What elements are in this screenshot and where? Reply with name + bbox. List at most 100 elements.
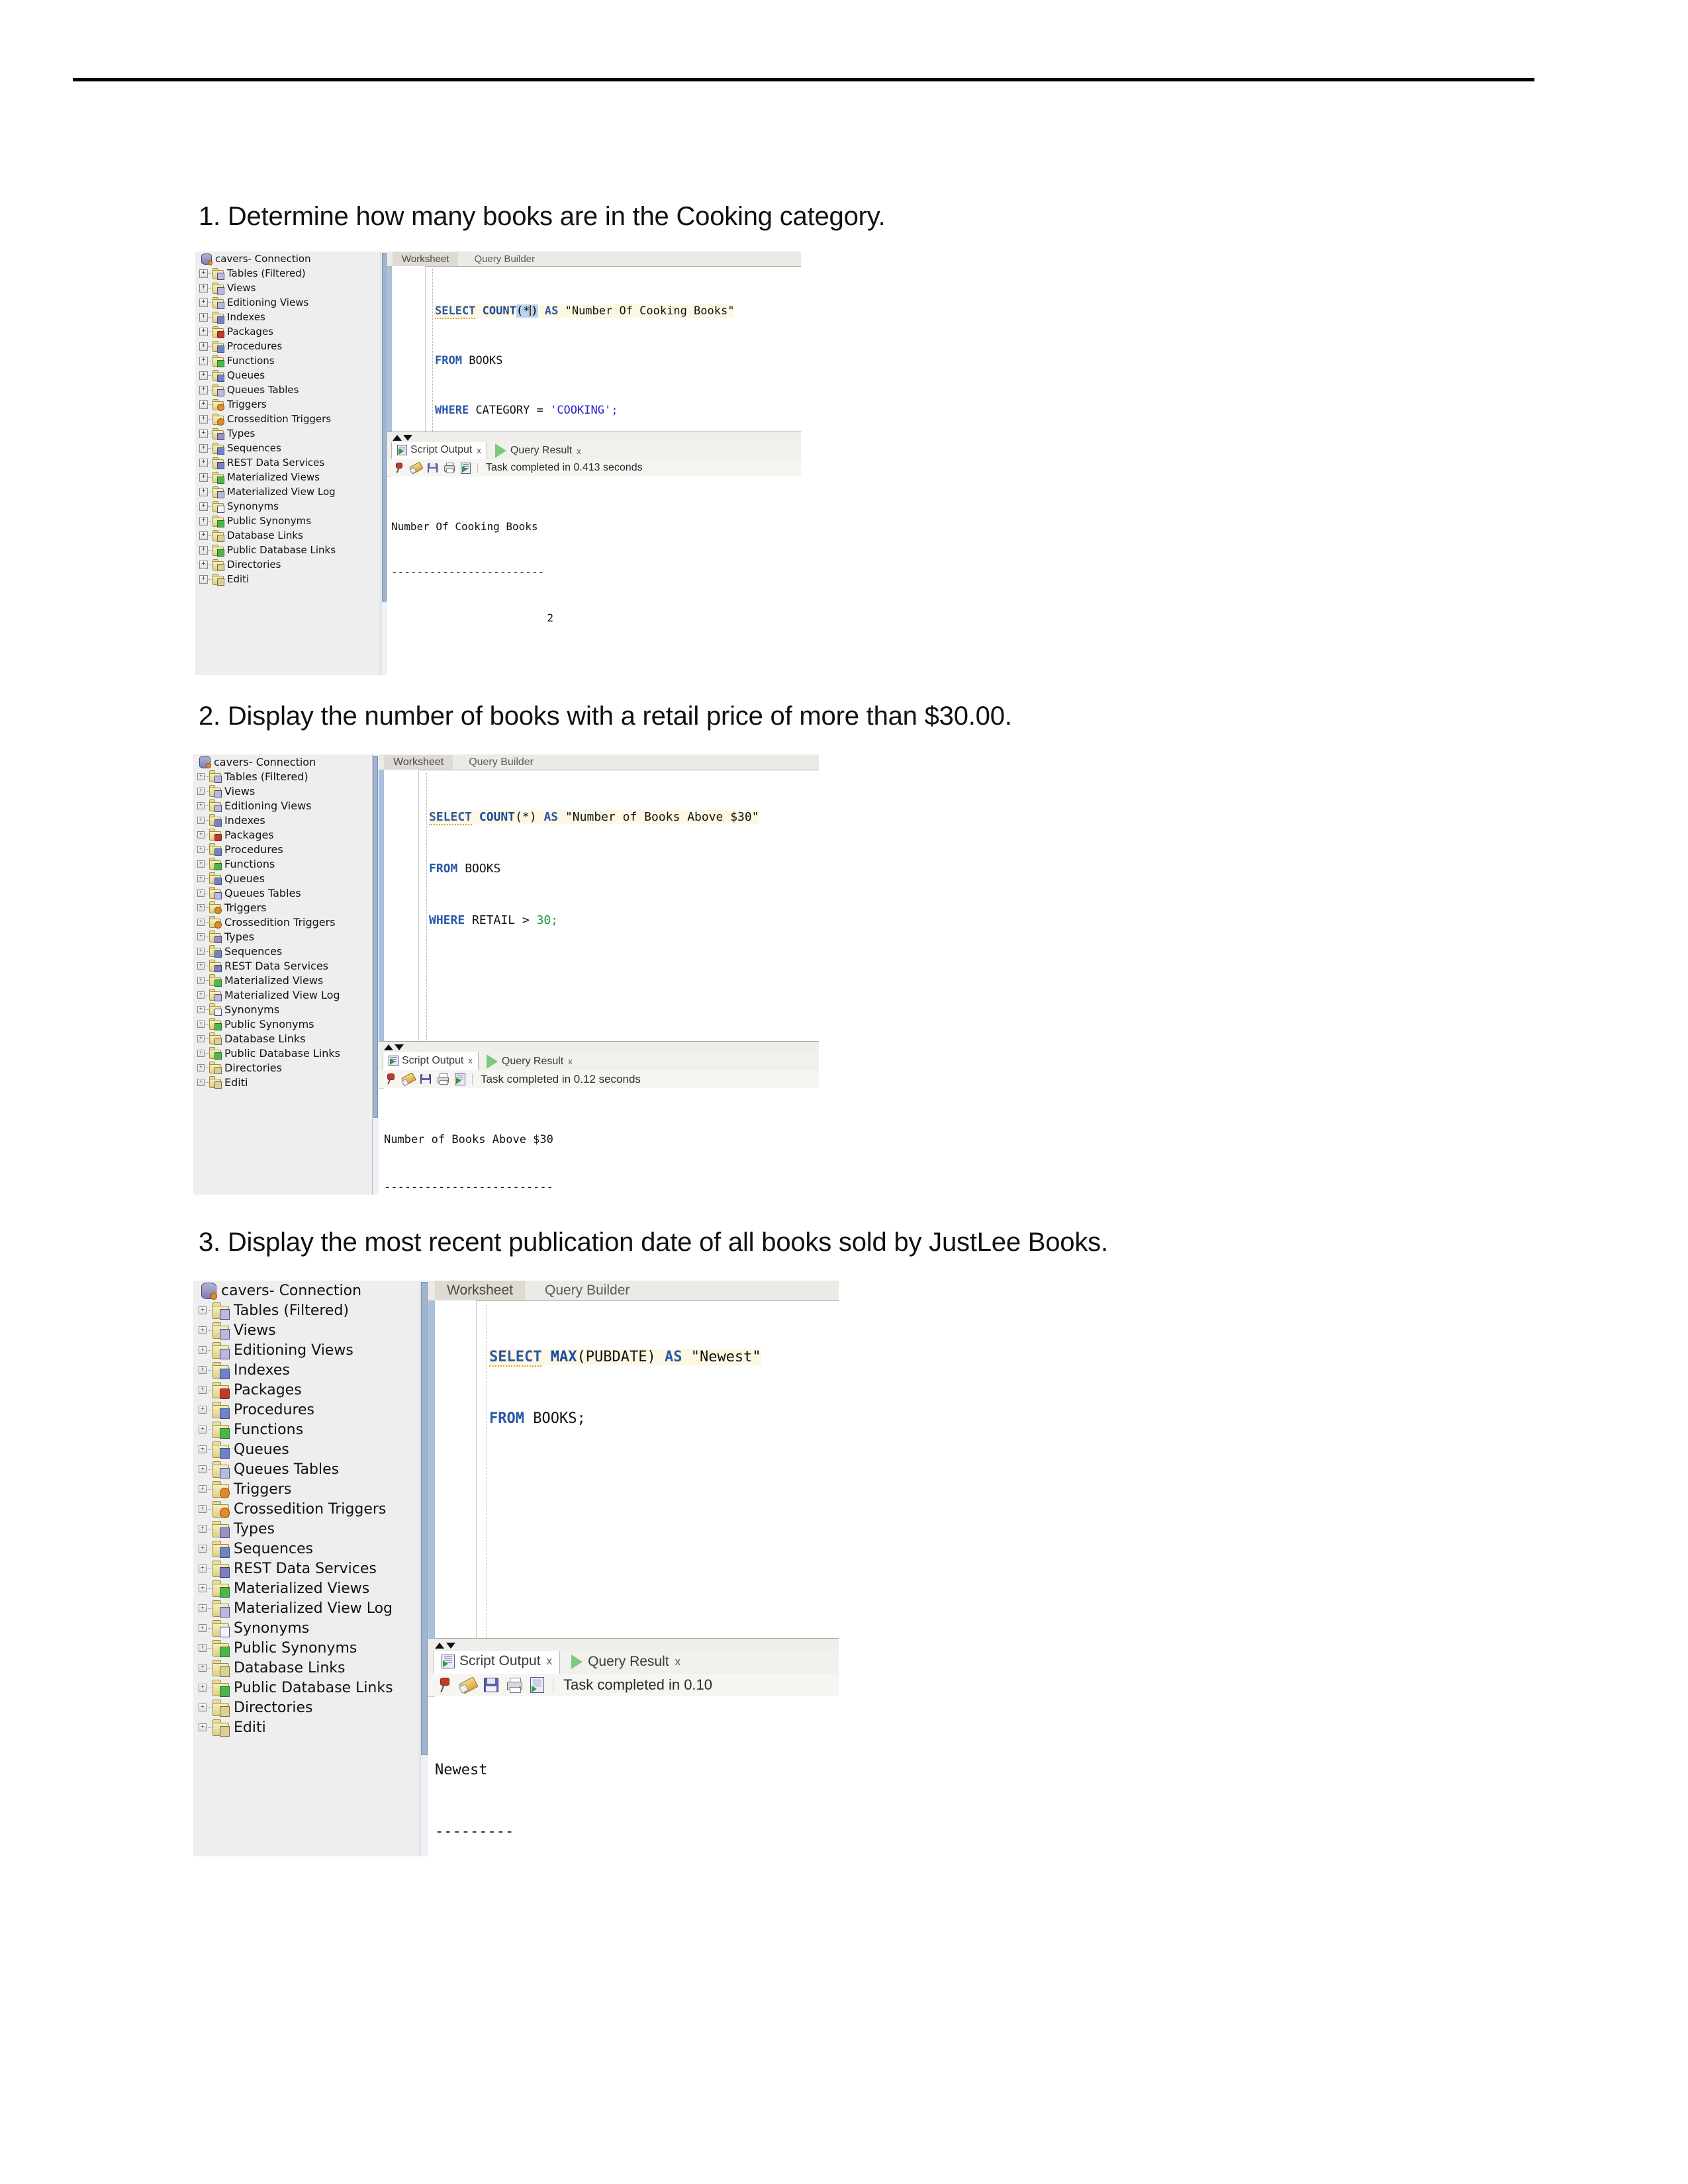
tab-query-builder[interactable]: Query Builder (459, 755, 543, 770)
pin-icon[interactable] (384, 1073, 397, 1085)
close-icon[interactable]: x (675, 1655, 681, 1668)
expand-icon[interactable]: + (197, 991, 205, 999)
expand-icon[interactable]: + (199, 1386, 207, 1394)
tree-item-tables-filtered[interactable]: + Tables (Filtered) (193, 1300, 428, 1320)
expand-icon[interactable]: + (199, 1604, 207, 1612)
tab-script-output-3[interactable]: Script Output x (434, 1651, 561, 1674)
expand-icon[interactable]: + (199, 400, 208, 409)
expand-icon[interactable]: + (197, 962, 205, 970)
tree-item-functions[interactable]: + Functions (195, 353, 387, 368)
expand-icon[interactable]: + (197, 874, 205, 882)
tree-item-indexes[interactable]: + Indexes (195, 310, 387, 324)
expand-icon[interactable]: + (199, 443, 208, 453)
tree-item-public-database-links[interactable]: + Public Database Links (193, 1046, 379, 1060)
expand-icon[interactable]: + (199, 1565, 207, 1572)
expand-icon[interactable]: + (197, 801, 205, 809)
tree-item-connection[interactable]: cavers- Connection (193, 754, 379, 769)
expand-icon[interactable]: + (199, 298, 208, 307)
tree-item-editi[interactable]: + Editi (193, 1075, 379, 1089)
tab-query-result-2[interactable]: Query Result x (481, 1052, 578, 1070)
tree-item-triggers[interactable]: + Triggers (195, 397, 387, 412)
expand-icon[interactable]: + (199, 371, 208, 380)
tree-item-packages[interactable]: + Packages (193, 827, 379, 842)
tree-item-triggers[interactable]: + Triggers (193, 900, 379, 915)
tree-item-crossedition-triggers[interactable]: + Crossedition Triggers (193, 915, 379, 929)
worksheet-tabstrip-3[interactable]: Worksheet Query Builder (428, 1281, 839, 1301)
expand-icon[interactable]: + (199, 1684, 207, 1692)
connections-tree-1[interactable]: cavers- Connection + Tables (Filtered) + Vie… (195, 251, 388, 675)
tab-query-builder[interactable]: Query Builder (533, 1281, 641, 1300)
expand-icon[interactable]: + (197, 1049, 205, 1057)
tree-item-queues[interactable]: + Queues (195, 368, 387, 383)
expand-icon[interactable]: + (199, 1644, 207, 1652)
expand-icon[interactable]: + (197, 831, 205, 839)
output-tabstrip-1[interactable]: Script Output x Query Result x (387, 442, 801, 460)
expand-icon[interactable]: + (199, 560, 208, 569)
tree-item-indexes[interactable]: + Indexes (193, 1360, 428, 1380)
tree-item-types[interactable]: + Types (193, 929, 379, 944)
tree-item-packages[interactable]: + Packages (195, 324, 387, 339)
print-icon[interactable] (506, 1677, 523, 1694)
tree-item-functions[interactable]: + Functions (193, 856, 379, 871)
output-toolbar-3[interactable]: Task completed in 0.10 (428, 1674, 839, 1697)
tab-worksheet[interactable]: Worksheet (393, 252, 459, 266)
editor-splitter-3[interactable] (428, 1638, 839, 1653)
tree-item-rest-data-services[interactable]: + REST Data Services (193, 958, 379, 973)
expand-icon[interactable]: + (197, 903, 205, 911)
expand-icon[interactable]: + (199, 531, 208, 540)
splitter-down-arrow-icon[interactable] (403, 434, 412, 441)
tree-item-directories[interactable]: + Directories (195, 557, 387, 572)
output-toolbar-1[interactable]: Task completed in 0.413 seconds (387, 459, 801, 477)
expand-icon[interactable]: + (199, 1366, 207, 1374)
tab-worksheet[interactable]: Worksheet (384, 755, 453, 770)
tree-item-procedures[interactable]: + Procedures (193, 842, 379, 856)
tree-item-synonyms[interactable]: + Synonyms (195, 499, 387, 514)
close-icon[interactable]: x (547, 1655, 553, 1668)
tree-item-sequences[interactable]: + Sequences (193, 944, 379, 958)
expand-icon[interactable]: + (199, 1426, 207, 1433)
output-tabstrip-2[interactable]: Script Output x Query Result x (379, 1052, 819, 1071)
expand-icon[interactable]: + (199, 1326, 207, 1334)
expand-icon[interactable]: + (199, 516, 208, 525)
tree-item-materialized-views[interactable]: + Materialized Views (193, 1578, 428, 1598)
save-icon[interactable] (483, 1677, 499, 1693)
splitter-up-arrow-icon[interactable] (435, 1642, 444, 1649)
tree-item-synonyms[interactable]: + Synonyms (193, 1002, 379, 1017)
tree-item-editi[interactable]: + Editi (195, 572, 387, 586)
tree-item-materialized-view-log[interactable]: + Materialized View Log (195, 484, 387, 499)
tree-item-queues[interactable]: + Queues (193, 871, 379, 886)
tree-item-materialized-views[interactable]: + Materialized Views (195, 470, 387, 484)
sql-worksheet-editor-1[interactable]: Worksheet Query Builder SELECT COUNT(*) … (387, 251, 801, 675)
clear-icon[interactable] (409, 461, 424, 475)
tree-item-types[interactable]: + Types (193, 1519, 428, 1539)
tree-item-synonyms[interactable]: + Synonyms (193, 1618, 428, 1638)
tree-item-packages[interactable]: + Packages (193, 1380, 428, 1400)
expand-icon[interactable]: + (197, 1064, 205, 1071)
expand-icon[interactable]: + (199, 545, 208, 555)
tab-script-output-1[interactable]: Script Output x (391, 442, 487, 459)
expand-icon[interactable]: + (197, 1078, 205, 1086)
tree-item-public-synonyms[interactable]: + Public Synonyms (193, 1017, 379, 1031)
pin-icon[interactable] (393, 462, 404, 474)
expand-icon[interactable]: + (197, 845, 205, 853)
splitter-down-arrow-icon[interactable] (395, 1044, 404, 1050)
tab-query-result-1[interactable]: Query Result x (490, 442, 586, 459)
tree-item-views[interactable]: + Views (195, 281, 387, 295)
tree-item-triggers[interactable]: + Triggers (193, 1479, 428, 1499)
close-icon[interactable]: x (568, 1056, 573, 1066)
expand-icon[interactable]: + (199, 473, 208, 482)
expand-icon[interactable]: + (199, 312, 208, 322)
tree-scrollbar[interactable] (372, 754, 379, 1195)
expand-icon[interactable]: + (199, 1723, 207, 1731)
expand-icon[interactable]: + (197, 1005, 205, 1013)
expand-icon[interactable]: + (199, 429, 208, 438)
tree-item-materialized-view-log[interactable]: + Materialized View Log (193, 1598, 428, 1618)
run-script-icon[interactable] (461, 462, 471, 474)
tree-item-public-synonyms[interactable]: + Public Synonyms (193, 1638, 428, 1658)
splitter-up-arrow-icon[interactable] (384, 1044, 393, 1050)
splitter-down-arrow-icon[interactable] (446, 1642, 455, 1649)
tab-query-builder[interactable]: Query Builder (465, 252, 544, 266)
expand-icon[interactable]: + (199, 1406, 207, 1414)
pin-icon[interactable] (436, 1677, 452, 1694)
expand-icon[interactable]: + (197, 889, 205, 897)
